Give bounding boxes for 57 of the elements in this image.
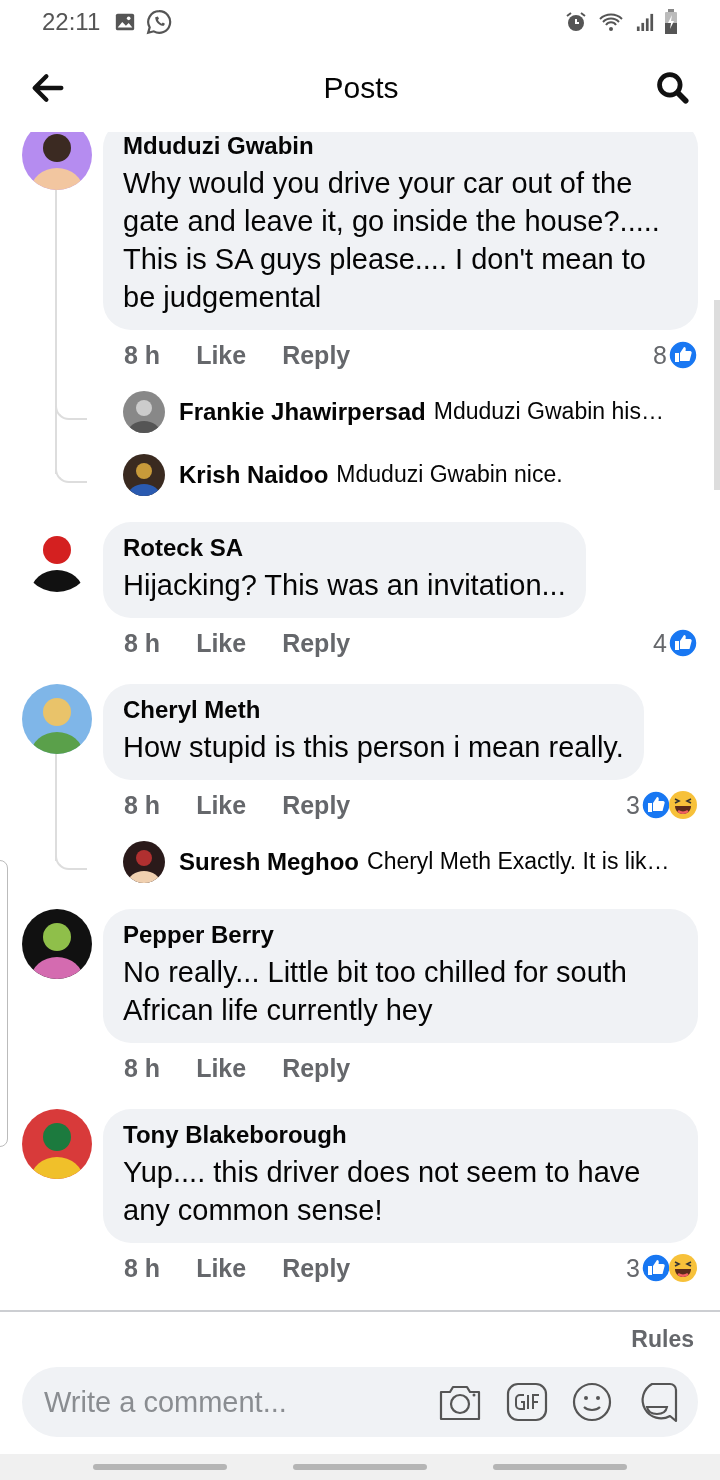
reply-preview[interactable]: Mduduzi Gwabin nice. [336, 461, 563, 488]
page-title: Posts [323, 71, 399, 105]
reply-link[interactable]: Reply [282, 628, 351, 658]
battery-icon [664, 9, 678, 35]
comment-author[interactable]: Cheryl Meth [123, 696, 624, 724]
comment-text: Yup.... this driver does not seem to have any common sense! [123, 1155, 642, 1228]
comment-author[interactable]: Pepper Berry [123, 921, 678, 949]
status-time: 22:11 [42, 8, 101, 36]
comment-time: 8 h [124, 628, 161, 658]
like-link[interactable]: Like [196, 790, 247, 820]
reply-author[interactable]: Krish Naidoo [179, 460, 329, 489]
thumbs-up-icon [668, 340, 698, 370]
reaction-summary[interactable]: 8 [653, 340, 698, 370]
reaction-count[interactable]: 3 [626, 1253, 640, 1283]
comment-text: Why would you drive your car out of the gate and leave it, go inside the house?..... This is SA guys please.... I don't mean to be judgemental [123, 166, 661, 315]
thumbs-up-icon [668, 628, 698, 658]
alarm-icon [564, 10, 588, 34]
laughing-face-icon [668, 1253, 698, 1283]
gif-icon[interactable] [506, 1382, 548, 1422]
like-link[interactable]: Like [196, 340, 247, 370]
comment-text: Hijacking? This was an invitation... [123, 568, 566, 603]
comment-author[interactable]: Roteck SA [123, 534, 566, 562]
rules-link[interactable]: Rules [631, 1326, 694, 1353]
reaction-count[interactable]: 3 [626, 790, 640, 820]
reaction-summary[interactable]: 3 [626, 790, 698, 820]
comment-text: How stupid is this person i mean really. [123, 730, 624, 765]
smiley-icon[interactable] [572, 1382, 612, 1422]
comment-author[interactable]: Mduduzi Gwabin [123, 132, 678, 160]
reaction-count[interactable]: 4 [653, 628, 667, 658]
comment-field[interactable]: Write a comment... [22, 1367, 698, 1437]
gallery-icon [114, 11, 137, 33]
laughing-face-icon [668, 790, 698, 820]
reply-link[interactable]: Reply [282, 340, 351, 370]
thumbs-up-icon [641, 790, 671, 820]
comment-input[interactable]: Write a comment... [42, 1384, 414, 1420]
like-link[interactable]: Like [196, 1053, 247, 1083]
like-link[interactable]: Like [196, 1253, 247, 1283]
comment-time: 8 h [124, 340, 161, 370]
reaction-summary[interactable]: 3 [626, 1253, 698, 1283]
reply-link[interactable]: Reply [282, 1253, 351, 1283]
comment-time: 8 h [124, 1053, 161, 1083]
comment-text: No really... Little bit too chilled for south African life currently hey [123, 955, 628, 1028]
reaction-summary[interactable]: 4 [653, 628, 698, 658]
search-button[interactable] [654, 69, 692, 107]
reply-author[interactable]: Frankie Jhawirpersad [179, 397, 426, 426]
reply-preview[interactable]: Cheryl Meth Exactly. It is lik… [367, 848, 670, 875]
like-link[interactable]: Like [196, 628, 247, 658]
reply-author[interactable]: Suresh Meghoo [179, 847, 359, 876]
reply-link[interactable]: Reply [282, 790, 351, 820]
reaction-count[interactable]: 8 [653, 340, 667, 370]
thumbs-up-icon [641, 1253, 671, 1283]
reply-link[interactable]: Reply [282, 1053, 351, 1083]
comment-time: 8 h [124, 790, 161, 820]
comment-time: 8 h [124, 1253, 161, 1283]
reply-preview[interactable]: Mduduzi Gwabin his… [433, 398, 664, 425]
comment-author[interactable]: Tony Blakeborough [123, 1121, 678, 1149]
chat-bubble-icon [146, 9, 173, 35]
